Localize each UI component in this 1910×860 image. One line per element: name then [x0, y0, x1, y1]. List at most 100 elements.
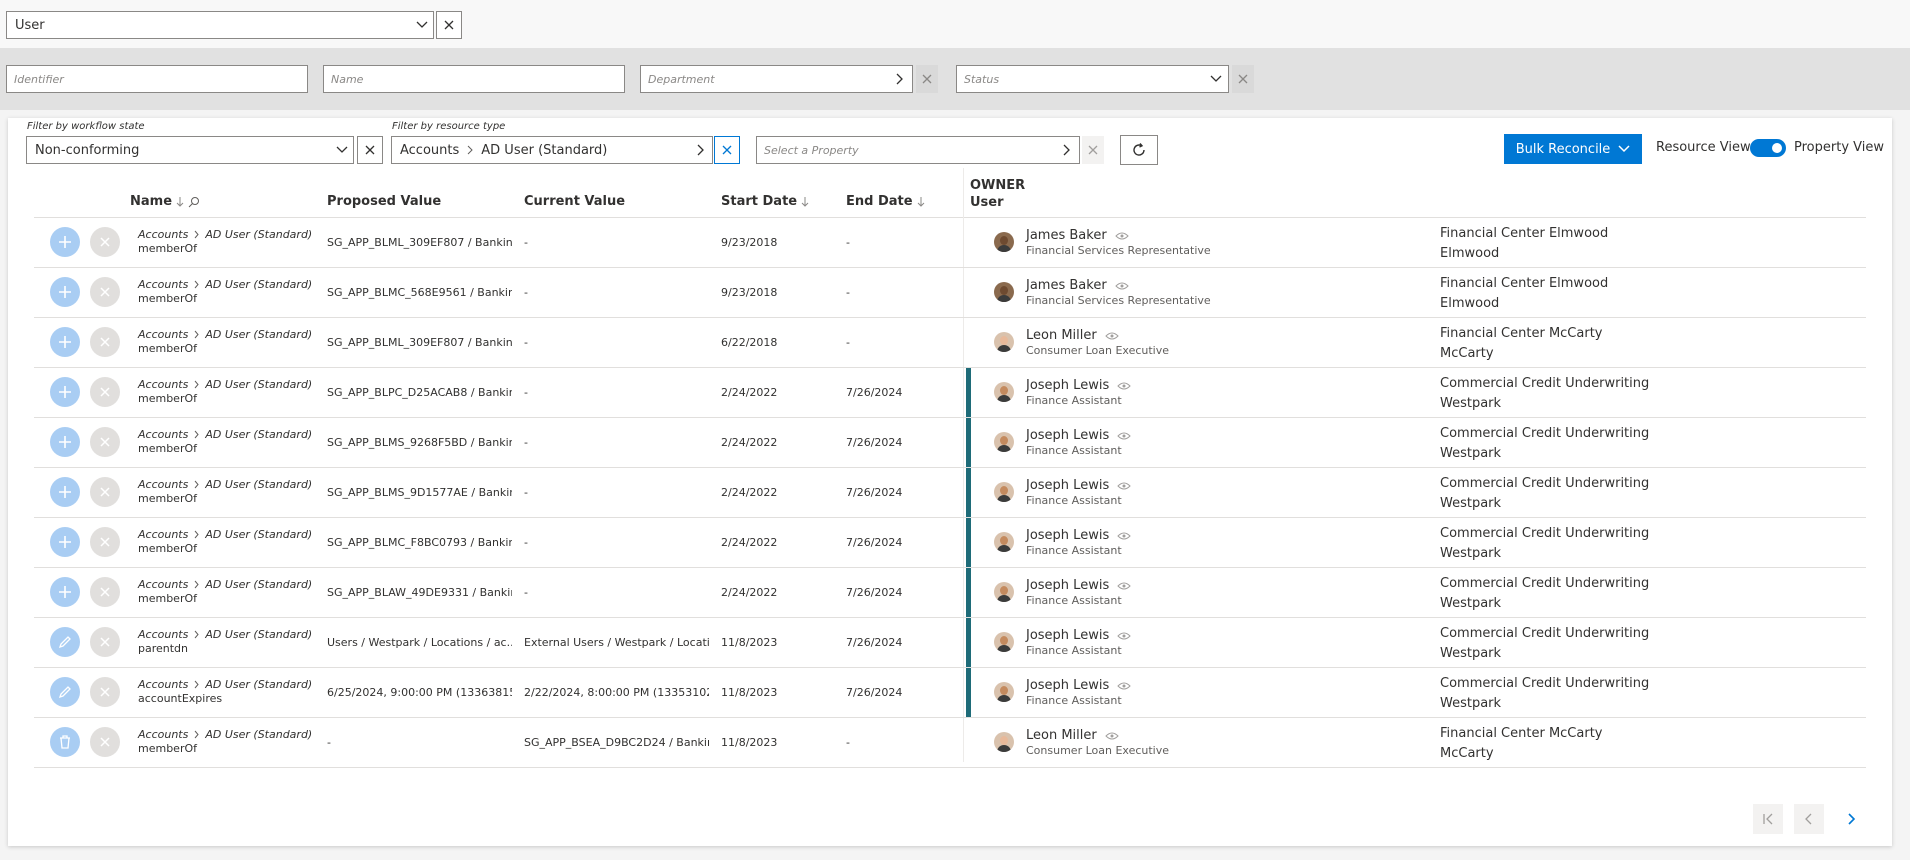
location-site: McCarty — [1440, 746, 1494, 761]
resource-filter-label: Filter by resource type — [392, 121, 506, 132]
owner-name[interactable]: Leon Miller — [1026, 328, 1119, 343]
workflow-state-dropdown[interactable]: Non-conforming — [26, 136, 354, 164]
attribute-name: memberOf — [138, 442, 198, 455]
attribute-name: memberOf — [138, 542, 198, 555]
property-placeholder: Select a Property — [764, 143, 859, 157]
clear-status-button[interactable] — [1232, 65, 1254, 93]
location-site: Westpark — [1440, 396, 1502, 411]
top-bar: User — [0, 0, 1910, 48]
column-header-current[interactable]: Current Value — [524, 194, 625, 209]
clear-department-button[interactable] — [916, 65, 938, 93]
workflow-state-value: Non-conforming — [35, 142, 140, 158]
column-header-start[interactable]: Start Date — [721, 194, 809, 209]
location-name: Financial Center Elmwood — [1440, 276, 1609, 291]
current-value: - — [524, 236, 528, 249]
owner-name[interactable]: Joseph Lewis — [1026, 478, 1131, 493]
owner-name[interactable]: Joseph Lewis — [1026, 578, 1131, 593]
end-date: - — [846, 736, 850, 749]
proposed-value: SG_APP_BLML_309EF807 / Bankin... — [327, 236, 512, 249]
reject-button[interactable] — [90, 677, 120, 707]
add-action-button[interactable] — [50, 577, 80, 607]
chevron-right-icon — [1055, 144, 1079, 156]
owner-name[interactable]: Joseph Lewis — [1026, 378, 1131, 393]
clear-property-button[interactable] — [1082, 136, 1104, 164]
owner-name[interactable]: Leon Miller — [1026, 728, 1119, 743]
entity-type-dropdown[interactable]: User — [6, 11, 434, 39]
owner-name[interactable]: Joseph Lewis — [1026, 628, 1131, 643]
add-action-button[interactable] — [50, 477, 80, 507]
next-page-button[interactable] — [1836, 804, 1866, 834]
clear-resource-button[interactable] — [714, 136, 740, 164]
refresh-button[interactable] — [1120, 135, 1158, 165]
eye-icon — [1117, 432, 1131, 439]
owner-name[interactable]: Joseph Lewis — [1026, 528, 1131, 543]
column-header-end[interactable]: End Date — [846, 194, 925, 209]
reject-button[interactable] — [90, 327, 120, 357]
start-date: 9/23/2018 — [721, 286, 778, 299]
property-picker[interactable]: Select a Property — [756, 136, 1080, 164]
resource-type-picker[interactable]: Accounts AD User (Standard) — [391, 136, 713, 164]
edit-action-button[interactable] — [50, 677, 80, 707]
add-action-button[interactable] — [50, 377, 80, 407]
first-page-button[interactable] — [1753, 804, 1783, 834]
status-dropdown[interactable]: Status — [956, 65, 1229, 93]
reject-button[interactable] — [90, 727, 120, 757]
add-action-button[interactable] — [50, 527, 80, 557]
add-icon — [58, 235, 72, 249]
clear-entity-button[interactable] — [436, 11, 462, 39]
current-value: - — [524, 586, 528, 599]
resource-path: Accounts AD User (Standard) — [138, 628, 313, 641]
status-indicator-bar — [966, 368, 971, 417]
start-date: 2/24/2022 — [721, 536, 778, 549]
chevron-right-icon — [194, 730, 200, 739]
owner-name[interactable]: Joseph Lewis — [1026, 678, 1131, 693]
add-icon — [58, 385, 72, 399]
reject-button[interactable] — [90, 427, 120, 457]
add-icon — [58, 285, 72, 299]
column-header-owner: OWNER User — [970, 178, 1025, 210]
view-toggle[interactable] — [1750, 139, 1786, 157]
add-action-button[interactable] — [50, 427, 80, 457]
close-icon — [444, 20, 454, 30]
reject-button[interactable] — [90, 577, 120, 607]
proposed-value: 6/25/2024, 9:00:00 PM (133638156... — [327, 686, 512, 699]
reject-button[interactable] — [90, 377, 120, 407]
eye-icon — [1117, 582, 1131, 589]
owner-name[interactable]: James Baker — [1026, 228, 1129, 243]
proposed-value: Users / Westpark / Locations / ac... — [327, 636, 512, 649]
reject-button[interactable] — [90, 477, 120, 507]
owner-name[interactable]: Joseph Lewis — [1026, 428, 1131, 443]
clear-workflow-button[interactable] — [357, 136, 383, 164]
close-icon — [100, 387, 110, 397]
close-icon — [922, 74, 932, 84]
avatar — [994, 432, 1014, 452]
reject-button[interactable] — [90, 527, 120, 557]
chevron-right-icon — [194, 580, 200, 589]
reject-button[interactable] — [90, 277, 120, 307]
current-value: - — [524, 336, 528, 349]
reject-button[interactable] — [90, 227, 120, 257]
reject-button[interactable] — [90, 627, 120, 657]
add-action-button[interactable] — [50, 227, 80, 257]
name-placeholder: Name — [331, 72, 364, 86]
column-header-name[interactable]: Name — [130, 194, 200, 209]
start-date: 11/8/2023 — [721, 686, 778, 699]
name-field[interactable]: Name — [323, 65, 625, 93]
avatar — [994, 532, 1014, 552]
delete-action-button[interactable] — [50, 727, 80, 757]
edit-action-button[interactable] — [50, 627, 80, 657]
add-action-button[interactable] — [50, 277, 80, 307]
identifier-field[interactable]: Identifier — [6, 65, 308, 93]
bulk-reconcile-button[interactable]: Bulk Reconcile — [1504, 134, 1642, 164]
previous-page-button[interactable] — [1794, 804, 1824, 834]
current-value: 2/22/2024, 8:00:00 PM (133531020... — [524, 686, 709, 699]
start-date: 2/24/2022 — [721, 386, 778, 399]
owner-name[interactable]: James Baker — [1026, 278, 1129, 293]
resource-path: Accounts AD User (Standard) — [138, 328, 313, 341]
column-header-proposed[interactable]: Proposed Value — [327, 194, 441, 209]
department-field[interactable]: Department — [640, 65, 913, 93]
add-action-button[interactable] — [50, 327, 80, 357]
eye-icon — [1117, 632, 1131, 639]
attribute-name: memberOf — [138, 392, 198, 405]
end-date: - — [846, 236, 850, 249]
